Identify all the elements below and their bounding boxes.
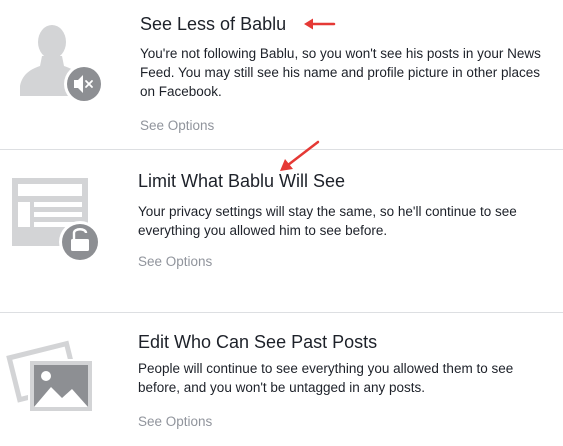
option-edit-past-posts: Edit Who Can See Past Posts People will … <box>0 312 563 446</box>
edit-past-posts-description: People will continue to see everything y… <box>138 361 514 395</box>
see-less-description: You're not following Bablu, so you won't… <box>140 46 541 99</box>
option-limit-what-will-see: Limit What Bablu Will See Your privacy s… <box>0 140 563 313</box>
profile-lock-icon <box>12 178 101 263</box>
edit-past-posts-title: Edit Who Can See Past Posts <box>138 332 378 352</box>
see-less-title: See Less of Bablu <box>140 14 287 34</box>
see-less-options-link[interactable]: See Options <box>140 117 214 135</box>
annotation-arrow-diagonal <box>280 140 320 171</box>
limit-options-link[interactable]: See Options <box>138 253 212 271</box>
limit-description: Your privacy settings will stay the same… <box>138 204 517 238</box>
annotation-arrow-left <box>304 18 336 30</box>
edit-past-posts-options-link[interactable]: See Options <box>138 413 212 431</box>
person-muted-icon <box>20 25 104 104</box>
option-see-less: See Less of Bablu You're not following B… <box>0 0 563 149</box>
photos-icon <box>6 340 94 413</box>
